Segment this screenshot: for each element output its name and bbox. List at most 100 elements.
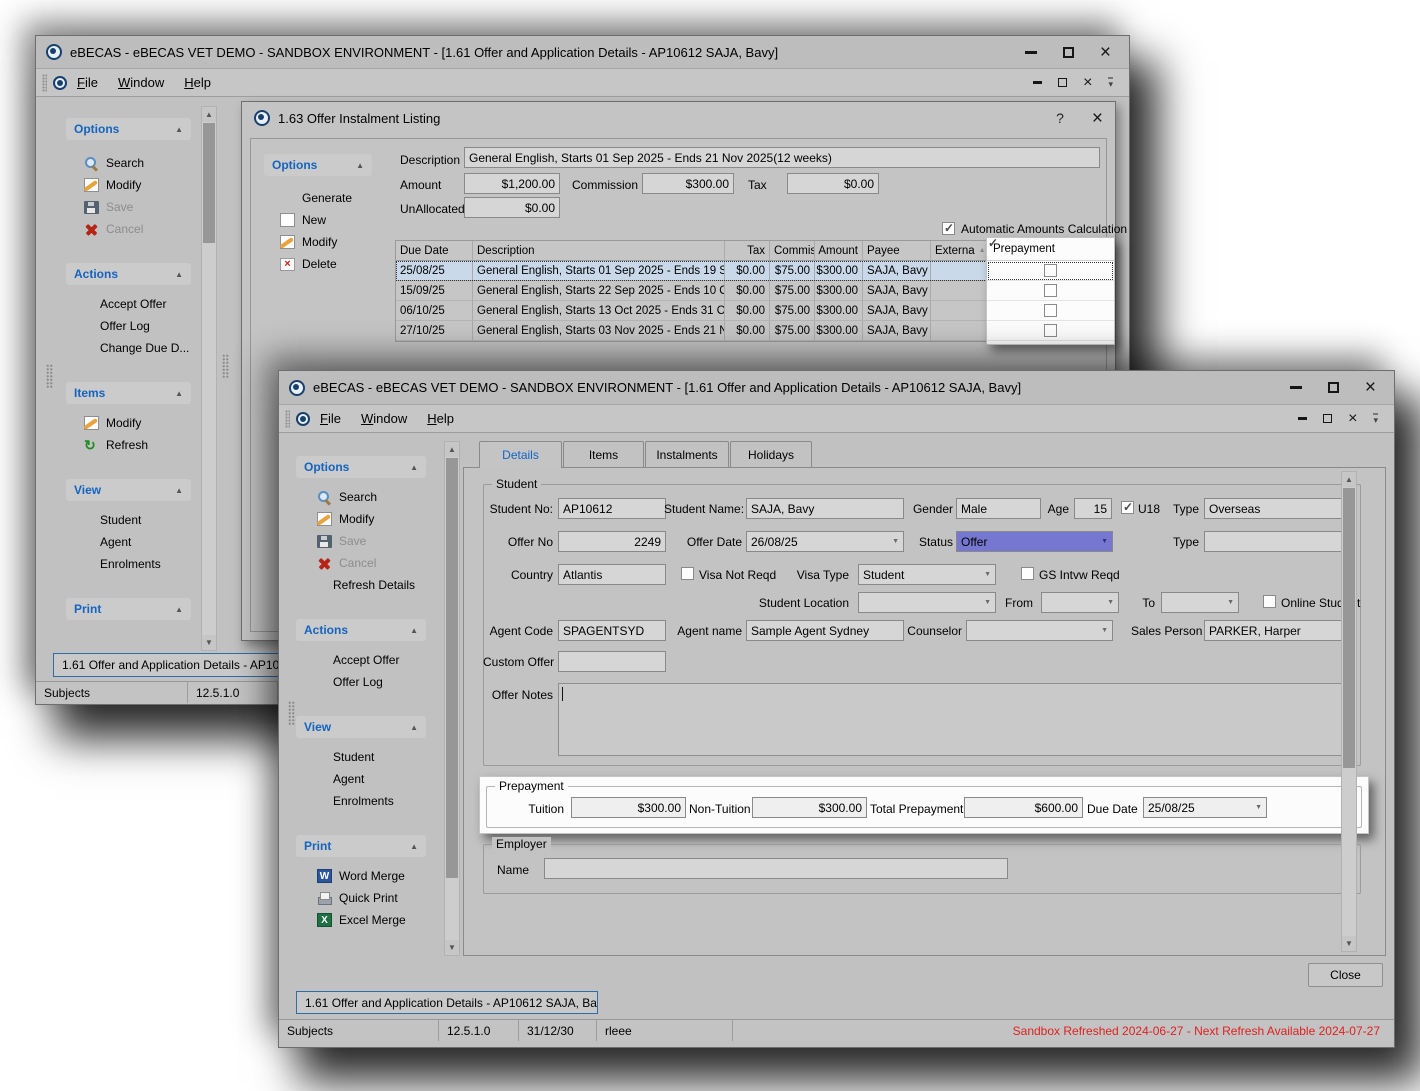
col-due-date[interactable]: Due Date — [396, 241, 473, 261]
menu-help[interactable]: Help — [417, 411, 464, 426]
splitter-grip[interactable] — [288, 701, 295, 725]
scroll-up-icon[interactable] — [1342, 472, 1356, 487]
close-icon[interactable] — [1092, 113, 1103, 124]
sidebar-item-word-merge[interactable]: Word Merge — [317, 866, 405, 886]
sidebar-section-print[interactable]: Print — [66, 598, 191, 620]
tax-field[interactable]: $0.00 — [787, 173, 879, 194]
toolbar-overflow-icon[interactable] — [1108, 77, 1113, 88]
sidebar-item-refresh-details[interactable]: Refresh Details — [333, 575, 415, 595]
prepayment-cell[interactable] — [987, 321, 1114, 341]
sidebar-item-items-modify[interactable]: Modify — [84, 413, 141, 433]
status-dropdown[interactable]: Offer — [956, 531, 1113, 552]
dialog-section-options[interactable]: Options — [264, 154, 372, 176]
age-field[interactable]: 15 — [1074, 498, 1112, 519]
mdi-restore-icon[interactable] — [1323, 414, 1332, 423]
sidebar-item-view-student[interactable]: Student — [100, 510, 141, 530]
offer-notes-textarea[interactable]: ▲ ▼ — [558, 683, 1353, 756]
scrollbar-thumb[interactable] — [446, 458, 458, 878]
tab-instalments[interactable]: Instalments — [645, 441, 729, 467]
commission-field[interactable]: $300.00 — [642, 173, 734, 194]
scroll-down-icon[interactable] — [1342, 936, 1356, 951]
student-no-field[interactable]: AP10612 — [558, 498, 666, 519]
mdi-minimize-icon[interactable] — [1298, 417, 1307, 420]
gs-intvw-checkbox[interactable] — [1021, 567, 1034, 580]
table-row[interactable]: 25/08/25 General English, Starts 01 Sep … — [396, 261, 987, 281]
student-location-dropdown[interactable] — [858, 592, 996, 613]
agent-code-field[interactable]: SPAGENTSYD — [558, 620, 666, 641]
col-description[interactable]: Description — [473, 241, 725, 261]
toolbar-overflow-icon[interactable] — [1373, 413, 1378, 424]
menu-file[interactable]: File — [67, 75, 108, 90]
prepayment-checkbox[interactable] — [1044, 324, 1057, 337]
sidebar-item-accept-offer[interactable]: Accept Offer — [100, 294, 166, 314]
offer-no-field[interactable]: 2249 — [558, 531, 666, 552]
sidebar-section-options[interactable]: Options — [66, 118, 191, 140]
menu-help[interactable]: Help — [174, 75, 221, 90]
mdi-window-tab[interactable]: 1.61 Offer and Application Details - AP1… — [53, 653, 298, 677]
amount-field[interactable]: $1,200.00 — [464, 173, 560, 194]
help-icon[interactable] — [1056, 110, 1064, 126]
unallocated-field[interactable]: $0.00 — [464, 197, 560, 218]
mdi-close-icon[interactable] — [1348, 414, 1357, 424]
col-tax[interactable]: Tax — [725, 241, 770, 261]
sidebar-section-print[interactable]: Print — [296, 835, 426, 857]
from-dropdown[interactable] — [1041, 592, 1119, 613]
menu-file[interactable]: File — [310, 411, 351, 426]
agent-name-field[interactable]: Sample Agent Sydney — [746, 620, 904, 641]
prepayment-column-header[interactable]: Prepayment — [987, 238, 1114, 261]
sidebar-item-view-student[interactable]: Student — [333, 747, 374, 767]
menu-window[interactable]: Window — [108, 75, 174, 90]
sidebar-item-modify[interactable]: Modify — [317, 509, 374, 529]
gender-field[interactable]: Male — [956, 498, 1041, 519]
table-row[interactable]: 15/09/25 General English, Starts 22 Sep … — [396, 281, 987, 301]
prepayment-cell[interactable] — [987, 261, 1114, 281]
sidebar-item-offer-log[interactable]: Offer Log — [100, 316, 150, 336]
col-external[interactable]: Externa — [931, 241, 987, 261]
prepayment-due-date-dropdown[interactable]: 25/08/25 — [1143, 797, 1267, 818]
sidebar-item-change-due-date[interactable]: Change Due D... — [100, 338, 189, 358]
sidebar-section-options[interactable]: Options — [296, 456, 426, 478]
splitter-grip[interactable] — [222, 354, 229, 378]
description-field[interactable]: General English, Starts 01 Sep 2025 - En… — [464, 147, 1100, 168]
sidebar-section-items[interactable]: Items — [66, 382, 191, 404]
dialog-item-modify[interactable]: Modify — [280, 232, 337, 252]
sidebar-scrollbar[interactable] — [201, 106, 217, 651]
scrollbar-thumb[interactable] — [203, 123, 215, 243]
non-tuition-field[interactable]: $300.00 — [752, 797, 867, 818]
offer-date-dropdown[interactable]: 26/08/25 — [746, 531, 904, 552]
scroll-down-icon[interactable] — [202, 635, 216, 650]
tab-holidays[interactable]: Holidays — [730, 441, 812, 467]
scroll-down-icon[interactable] — [445, 940, 459, 955]
details-scrollbar[interactable] — [1341, 471, 1357, 952]
sidebar-scrollbar[interactable] — [444, 441, 460, 956]
tab-details[interactable]: Details — [479, 441, 562, 468]
mdi-close-icon[interactable] — [1083, 78, 1092, 88]
employer-name-field[interactable] — [544, 858, 1008, 879]
prepayment-checkbox[interactable] — [1044, 284, 1057, 297]
menubar-grip[interactable] — [285, 410, 290, 428]
sidebar-item-modify[interactable]: Modify — [84, 175, 141, 195]
sidebar-section-actions[interactable]: Actions — [66, 263, 191, 285]
menubar-grip[interactable] — [42, 74, 47, 92]
sidebar-item-items-refresh[interactable]: Refresh — [84, 435, 148, 455]
prepayment-cell[interactable] — [987, 281, 1114, 301]
sidebar-item-quick-print[interactable]: Quick Print — [317, 888, 398, 908]
mdi-minimize-icon[interactable] — [1033, 81, 1042, 84]
minimize-icon[interactable] — [1290, 386, 1302, 389]
sidebar-item-accept-offer[interactable]: Accept Offer — [333, 650, 399, 670]
offer-type-dropdown[interactable] — [1204, 531, 1353, 552]
prepayment-cell[interactable] — [987, 301, 1114, 321]
col-payee[interactable]: Payee — [863, 241, 931, 261]
tuition-field[interactable]: $300.00 — [571, 797, 686, 818]
prepayment-checkbox[interactable] — [1044, 264, 1057, 277]
sidebar-item-search[interactable]: Search — [317, 487, 377, 507]
sales-person-dropdown[interactable]: PARKER, Harper — [1204, 620, 1353, 641]
minimize-icon[interactable] — [1025, 51, 1037, 54]
to-dropdown[interactable] — [1161, 592, 1239, 613]
sidebar-item-view-enrolments[interactable]: Enrolments — [100, 554, 161, 574]
col-amount[interactable]: Amount — [815, 241, 863, 261]
sidebar-section-view[interactable]: View — [296, 716, 426, 738]
scrollbar-thumb[interactable] — [1343, 488, 1355, 768]
scroll-up-icon[interactable] — [445, 442, 459, 457]
counselor-dropdown[interactable] — [966, 620, 1113, 641]
